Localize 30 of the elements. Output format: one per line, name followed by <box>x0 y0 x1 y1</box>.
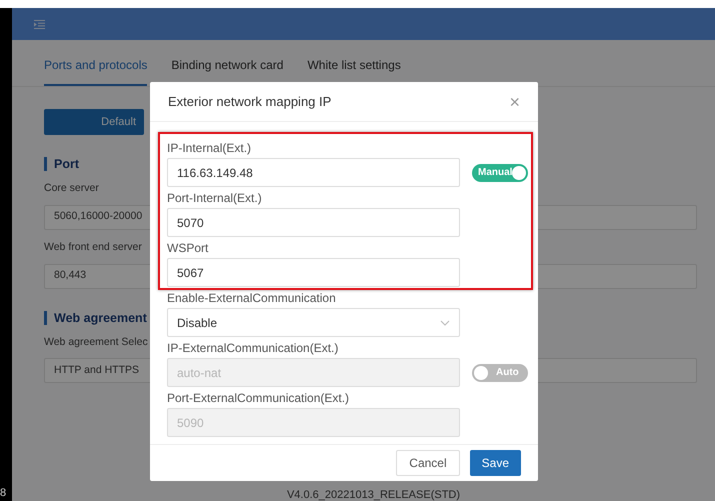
input-field[interactable]: 5067 <box>167 258 460 287</box>
side-number: 8 <box>0 486 8 501</box>
input-field[interactable]: 5070 <box>167 208 460 237</box>
chevron-down-icon <box>440 320 450 326</box>
field-label: Web agreement Selec <box>44 334 148 350</box>
save-button[interactable]: Save <box>470 450 521 476</box>
field-label: Port-ExternalCommunication(Ext.) <box>167 390 350 407</box>
field-label: Core server <box>44 181 99 196</box>
field-label: IP-ExternalCommunication(Ext.) <box>167 340 340 357</box>
toggle-switch[interactable]: Manual <box>472 164 528 182</box>
section-heading: Web agreement <box>44 310 147 324</box>
dialog-title: Exterior network mapping IP <box>168 92 332 111</box>
section-heading: Port <box>44 157 79 171</box>
field-label: Port-Internal(Ext.) <box>167 190 263 207</box>
field-label: Enable-ExternalCommunication <box>167 290 337 307</box>
input-field[interactable]: 116.63.149.48 <box>167 158 460 187</box>
field-label: Web front end server <box>44 240 142 255</box>
default-button[interactable]: Default <box>44 109 144 135</box>
cancel-button[interactable]: Cancel <box>396 450 460 476</box>
tab[interactable]: White list settings <box>307 56 401 86</box>
tab[interactable]: Ports and protocols <box>44 56 148 86</box>
select-field[interactable]: Disable <box>167 308 460 337</box>
toggle-knob <box>512 166 526 180</box>
close-button[interactable]: × <box>509 92 520 110</box>
field-label: WSPort <box>167 240 210 257</box>
tab[interactable]: Binding network card <box>171 56 284 86</box>
toggle-knob <box>474 366 488 380</box>
menu-icon[interactable] <box>34 20 45 28</box>
version-text: V4.0.6_20221013_RELEASE(STD) <box>286 489 460 501</box>
field-label: IP-Internal(Ext.) <box>167 140 252 157</box>
